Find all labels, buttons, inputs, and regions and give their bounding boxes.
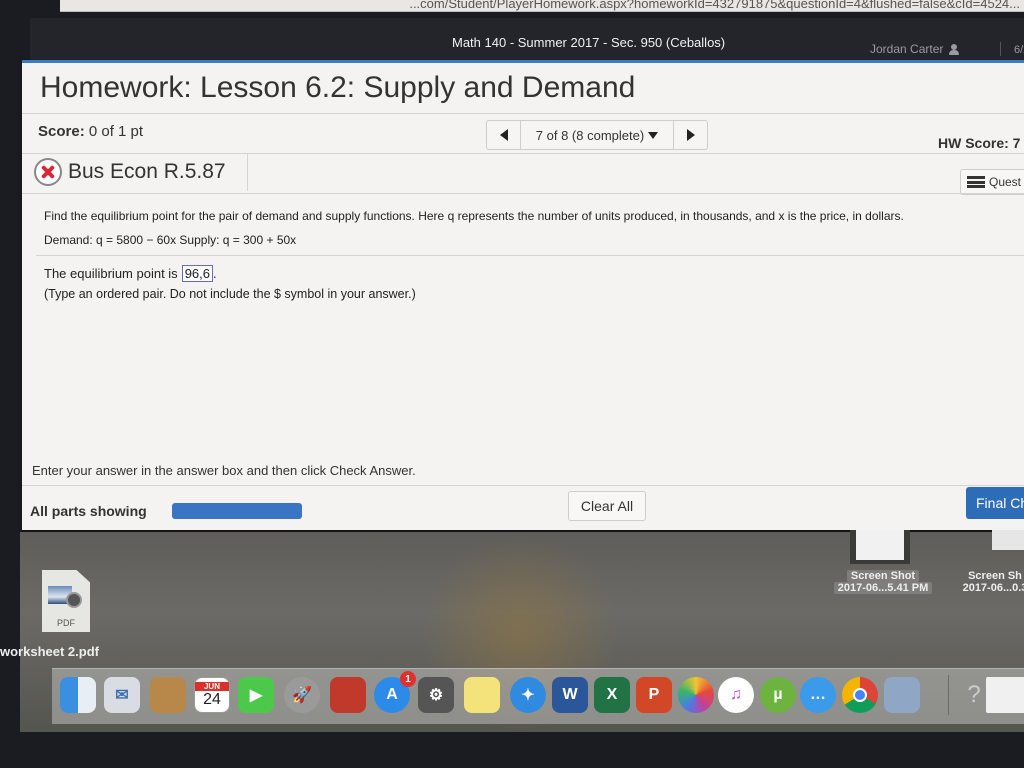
question-position: 7 of 8 (8 complete) [535,127,645,143]
pdf-label: PDF [57,618,75,628]
answer-suffix: . [213,266,217,281]
question-header: Bus Econ R.5.87 [34,153,248,191]
divider [22,113,1024,114]
finder-icon[interactable] [60,677,96,713]
launchpad-rocket-icon[interactable]: 🚀 [284,677,320,713]
pdf-file-icon[interactable]: PDF [42,570,90,632]
system-preferences-gear-icon[interactable]: ⚙ [418,677,454,713]
caret-right-icon [686,129,695,141]
person-icon [949,43,960,55]
browser-url-bar[interactable]: ...com/Student/PlayerHomework.aspx?homew… [60,0,1024,12]
messages-bubble-icon[interactable]: … [800,677,836,713]
homework-panel: Homework: Lesson 6.2: Supply and Demand … [22,60,1024,530]
question-dropdown[interactable]: 7 of 8 (8 complete) [521,121,673,149]
desktop-file-name[interactable]: worksheet 2.pdf [0,644,99,659]
caret-left-icon [499,129,508,141]
user-name: Jordan Carter [870,42,944,56]
excel-icon[interactable]: X [594,677,630,713]
divider [36,255,1024,256]
powerpoint-icon[interactable]: P [636,677,672,713]
divider [22,193,1024,194]
screenshot-label-2[interactable]: Screen Sh 2017-06...0.3 [950,570,1024,594]
safari-compass-icon[interactable]: ✦ [510,677,546,713]
facetime-icon[interactable]: ▶ [238,677,274,713]
hw-score: HW Score: 7 [938,135,1021,151]
screenshot-thumbnail[interactable] [850,530,910,564]
answer-line: The equilibrium point is 96,6 . [44,265,217,282]
header-divider [1000,42,1001,56]
homework-title: Homework: Lesson 6.2: Supply and Demand [40,71,636,104]
screen: ...com/Student/PlayerHomework.aspx?homew… [0,0,1024,768]
answer-input[interactable]: 96,6 [181,265,213,282]
user-menu[interactable]: Jordan Carter [870,42,960,56]
url-text: ...com/Student/PlayerHomework.aspx?homew… [409,0,1020,11]
calendar-icon[interactable]: JUN 24 [194,677,230,713]
magnifier-icon [66,592,82,608]
screenshot-stack-icon[interactable] [986,677,1024,713]
answer-prefix: The equilibrium point is [44,266,178,281]
parts-progress-bar [172,503,302,519]
preview-icon[interactable] [884,677,920,713]
question-navigator: 7 of 8 (8 complete) [486,120,708,150]
screenshot-thumbnail-2[interactable] [992,530,1024,550]
next-question-button[interactable] [673,121,707,149]
photo-booth-icon[interactable] [330,677,366,713]
notification-badge: 1 [400,671,416,687]
answer-hint: (Type an ordered pair. Do not include th… [44,287,416,301]
app-header: Math 140 - Summer 2017 - Sec. 950 (Cebal… [30,18,1024,62]
dock: ✉ JUN 24 ▶ 🚀 A 1 ⚙ ✦ W X P ♫ µ … ? [52,668,1024,724]
contacts-icon[interactable] [150,677,186,713]
word-icon[interactable]: W [552,677,588,713]
screenshot-label[interactable]: Screen Shot 2017-06...5.41 PM [828,570,938,594]
itunes-music-icon[interactable]: ♫ [718,677,754,713]
app-store-icon[interactable]: A 1 [374,671,416,713]
incorrect-x-icon [34,158,62,186]
previous-question-button[interactable] [487,121,521,149]
instruction-text: Enter your answer in the answer box and … [32,463,416,478]
photos-icon[interactable] [678,677,714,713]
stickies-icon[interactable] [464,677,500,713]
course-title: Math 140 - Summer 2017 - Sec. 950 (Cebal… [452,35,726,50]
question-name: Bus Econ R.5.87 [68,160,226,183]
parts-label: All parts showing [30,503,147,519]
question-list-button[interactable]: Quest [960,169,1024,195]
final-check-button[interactable]: Final Ch [966,487,1024,519]
chrome-icon[interactable] [842,677,878,713]
score: Score: 0 of 1 pt [38,123,143,140]
mail-icon[interactable]: ✉ [104,677,140,713]
score-label: Score: [38,123,85,140]
clear-all-button[interactable]: Clear All [568,491,646,521]
header-date: 6/24 [1014,44,1024,56]
divider [22,485,1024,486]
list-icon [967,176,985,188]
question-prompt: Find the equilibrium point for the pair … [44,209,904,223]
caret-down-icon [648,131,659,139]
dock-divider [948,675,949,715]
question-list-label: Quest [989,175,1022,189]
question-equations: Demand: q = 5800 − 60x Supply: q = 300 +… [44,233,297,247]
utorrent-icon[interactable]: µ [760,677,796,713]
score-value: 0 of 1 pt [88,123,144,140]
